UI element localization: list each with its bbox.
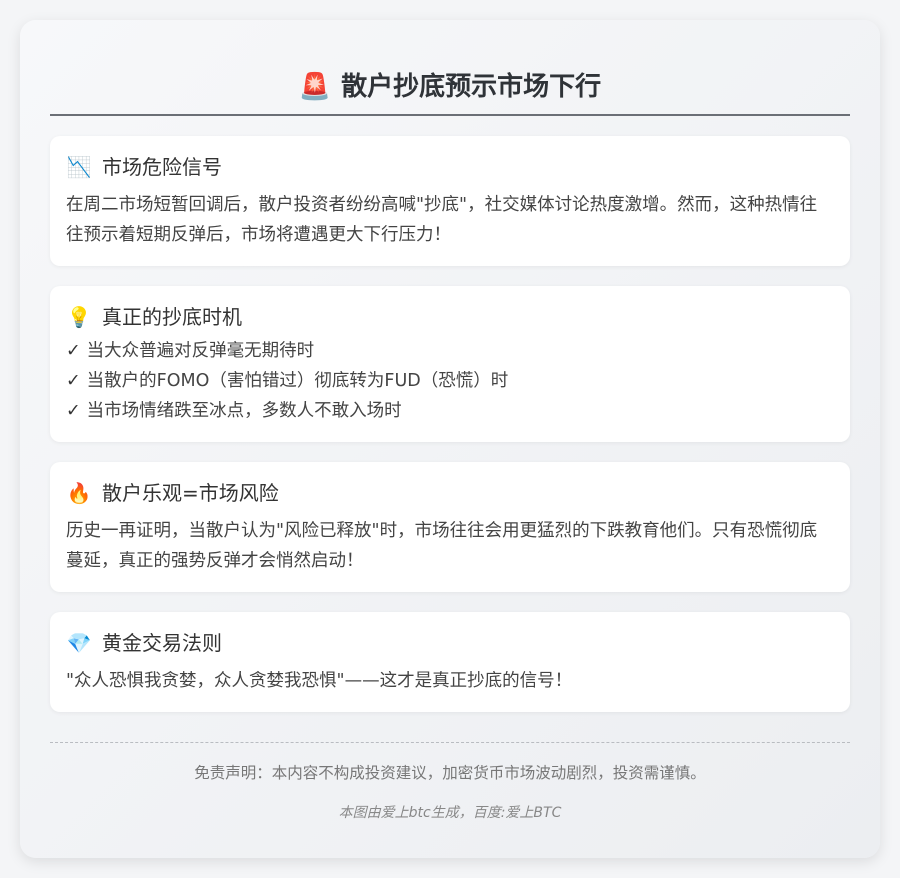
list-item-text: 当散户的FOMO（害怕错过）彻底转为FUD（恐慌）时 — [86, 371, 509, 391]
section-body: 历史一再证明，当散户认为"风险已释放"时，市场往往会用更猛烈的下跌教育他们。只有… — [66, 521, 818, 571]
fire-icon: 🔥 — [66, 481, 92, 505]
section-buy-timing: 💡 真正的抄底时机 ✓ 当大众普遍对反弹毫无期待时 ✓ 当散户的FOMO（害怕错… — [50, 286, 850, 442]
header: 🚨 散户抄底预示市场下行 — [50, 70, 850, 116]
check-icon: ✓ — [66, 371, 81, 391]
light-bulb-icon: 💡 — [66, 305, 92, 329]
list-item: ✓ 当大众普遍对反弹毫无期待时 — [66, 336, 834, 366]
section-title: 📉 市场危险信号 — [66, 152, 834, 182]
section-title-text: 散户乐观=市场风险 — [102, 481, 279, 505]
section-title: 🔥 散户乐观=市场风险 — [66, 478, 834, 508]
list-item-text: 当大众普遍对反弹毫无期待时 — [86, 341, 315, 361]
gem-icon: 💎 — [66, 631, 92, 655]
chart-decreasing-icon: 📉 — [66, 155, 92, 179]
poster-card: 🚨 散户抄底预示市场下行 📉 市场危险信号 在周二市场短暂回调后，散户投资者纷纷… — [20, 20, 880, 858]
check-icon: ✓ — [66, 401, 81, 421]
check-icon: ✓ — [66, 341, 81, 361]
section-title-text: 市场危险信号 — [102, 155, 222, 179]
section-title-text: 真正的抄底时机 — [102, 305, 242, 329]
section-title: 💎 黄金交易法则 — [66, 628, 834, 658]
section-golden-rule: 💎 黄金交易法则 "众人恐惧我贪婪，众人贪婪我恐惧"——这才是真正抄底的信号！ — [50, 612, 850, 712]
section-retail-optimism: 🔥 散户乐观=市场风险 历史一再证明，当散户认为"风险已释放"时，市场往往会用更… — [50, 462, 850, 592]
siren-icon: 🚨 — [298, 72, 332, 102]
section-title-text: 黄金交易法则 — [102, 631, 222, 655]
credit: 本图由爱上btc生成，百度:爱上BTC — [338, 805, 562, 821]
section-body: "众人恐惧我贪婪，众人贪婪我恐惧"——这才是真正抄底的信号！ — [66, 671, 573, 691]
disclaimer: 免责声明：本内容不构成投资建议，加密货币市场波动剧烈，投资需谨慎。 — [194, 764, 706, 782]
footer: 免责声明：本内容不构成投资建议，加密货币市场波动剧烈，投资需谨慎。 本图由爱上b… — [50, 742, 850, 823]
list-item: ✓ 当市场情绪跌至冰点，多数人不敢入场时 — [66, 396, 834, 426]
checklist: ✓ 当大众普遍对反弹毫无期待时 ✓ 当散户的FOMO（害怕错过）彻底转为FUD（… — [66, 336, 834, 426]
section-title: 💡 真正的抄底时机 — [66, 302, 834, 332]
section-danger-signal: 📉 市场危险信号 在周二市场短暂回调后，散户投资者纷纷高喊"抄底"，社交媒体讨论… — [50, 136, 850, 266]
list-item-text: 当市场情绪跌至冰点，多数人不敢入场时 — [86, 401, 402, 421]
page-title: 散户抄底预示市场下行 — [341, 72, 602, 102]
list-item: ✓ 当散户的FOMO（害怕错过）彻底转为FUD（恐慌）时 — [66, 366, 834, 396]
section-body: 在周二市场短暂回调后，散户投资者纷纷高喊"抄底"，社交媒体讨论热度激增。然而，这… — [66, 195, 818, 245]
